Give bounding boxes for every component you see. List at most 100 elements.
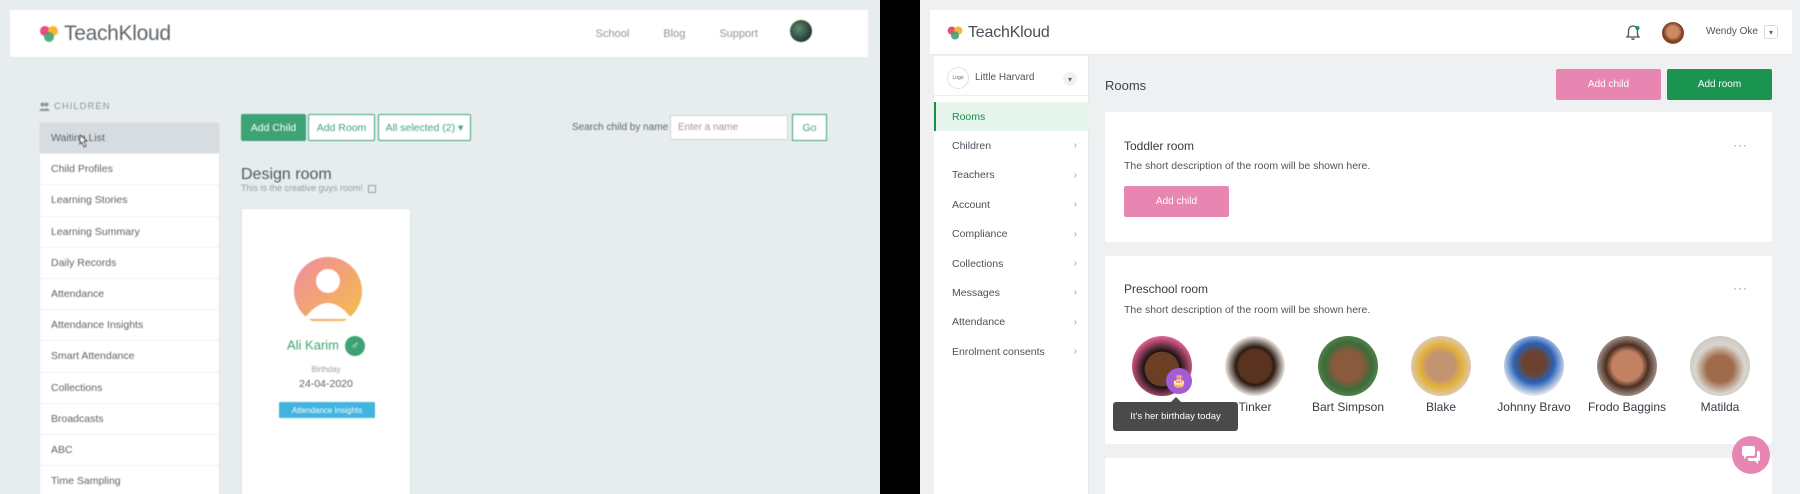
- sidebar-item-collections[interactable]: Collections: [40, 373, 219, 404]
- go-button[interactable]: Go: [792, 114, 827, 141]
- section-title-text: CHILDREN: [54, 101, 111, 112]
- room-card-preschool: Preschool room The short description of …: [1105, 256, 1772, 444]
- school-logo: Logo: [947, 66, 969, 89]
- search-label: Search child by name: [572, 122, 669, 133]
- sidebar-item-waiting-list[interactable]: Waiting List: [40, 123, 219, 155]
- child-avatar-item[interactable]: Matilda: [1675, 336, 1765, 414]
- chevron-right-icon: ›: [1073, 257, 1077, 269]
- room-card-toddler: Toddler room The short description of th…: [1105, 112, 1772, 242]
- old-top-nav: School Blog Support €: [596, 10, 798, 58]
- child-avatar-item[interactable]: Bart Simpson: [1303, 336, 1393, 414]
- room-description: The short description of the room will b…: [1124, 304, 1371, 316]
- sidebar-item-teachers[interactable]: Teachers ›: [934, 161, 1089, 190]
- child-photo: [1225, 336, 1285, 396]
- chat-bubbles-icon: [1742, 446, 1760, 464]
- new-header: TeachKloud Wendy Oke ▾: [930, 10, 1792, 55]
- nav-school[interactable]: School: [596, 28, 630, 40]
- nav-blog[interactable]: Blog: [663, 28, 685, 40]
- sidebar-item-daily-records[interactable]: Daily Records: [40, 248, 219, 279]
- child-name: Frodo Baggins: [1587, 400, 1667, 414]
- chevron-right-icon: ›: [1073, 169, 1077, 181]
- user-avatar[interactable]: [1662, 22, 1684, 44]
- sidebar-item-attendance[interactable]: Attendance: [40, 279, 219, 311]
- more-options-icon[interactable]: ···: [1733, 138, 1748, 152]
- sidebar-item-label: Messages: [952, 287, 1000, 300]
- nav-support[interactable]: Support: [719, 28, 758, 40]
- chevron-right-icon: ›: [1073, 316, 1077, 328]
- notification-bell-icon[interactable]: [1624, 24, 1642, 42]
- child-name: Matilda: [1700, 400, 1740, 414]
- sidebar-item-label: Enrolment consents: [952, 345, 1045, 358]
- child-photo: [1318, 336, 1378, 396]
- child-name: Ali Karim ♂: [242, 336, 410, 356]
- sidebar-item-learning-summary[interactable]: Learning Summary: [40, 217, 219, 248]
- attendance-insights-badge[interactable]: Attendance Insights: [279, 402, 375, 418]
- room-description: This is the creative guys room!: [241, 183, 376, 193]
- sidebar-item-label: Rooms: [952, 110, 986, 123]
- room-description: The short description of the room will b…: [1124, 160, 1371, 172]
- sidebar-item-time-sampling[interactable]: Time Sampling: [40, 466, 219, 494]
- add-child-button[interactable]: Add Child: [241, 114, 306, 141]
- sidebar-item-abc[interactable]: ABC: [40, 435, 219, 467]
- edit-icon[interactable]: [367, 184, 376, 193]
- search-child-input[interactable]: Enter a name: [670, 115, 788, 140]
- user-avatar[interactable]: [790, 20, 812, 42]
- mouse-cursor-icon: [79, 134, 89, 148]
- room-description-text: This is the creative guys room!: [241, 183, 364, 193]
- child-avatar-item[interactable]: 🎂: [1117, 336, 1207, 400]
- birthday-value: 24-04-2020: [299, 378, 353, 390]
- brand-name: TeachKloud: [64, 22, 171, 45]
- sidebar-item-rooms[interactable]: Rooms: [934, 102, 1089, 132]
- child-avatar-item[interactable]: Frodo Baggins: [1582, 336, 1672, 414]
- child-card[interactable]: Ali Karim ♂ Birthday 24-04-2020 Attendanc…: [241, 208, 411, 494]
- sidebar-item-messages[interactable]: Messages ›: [934, 278, 1089, 307]
- more-options-icon[interactable]: ···: [1733, 281, 1748, 295]
- chat-support-button[interactable]: [1732, 436, 1770, 474]
- sidebar-item-label: Children: [952, 140, 992, 153]
- children-group-icon: [39, 102, 50, 111]
- sidebar-item-learning-stories[interactable]: Learning Stories: [40, 185, 219, 217]
- child-avatar-item[interactable]: Blake: [1396, 336, 1486, 414]
- chevron-right-icon: ›: [1073, 346, 1077, 358]
- old-ui-content: TeachKloud School Blog Support € CHILDRE…: [0, 0, 880, 494]
- sidebar-item-compliance[interactable]: Compliance ›: [934, 220, 1089, 249]
- chevron-down-icon[interactable]: ▾: [1764, 25, 1778, 39]
- chevron-down-icon[interactable]: ▾: [1063, 72, 1077, 86]
- sidebar-item-account[interactable]: Account ›: [934, 190, 1089, 219]
- sidebar-item-enrolment-consents[interactable]: Enrolment consents ›: [934, 337, 1089, 366]
- old-header: TeachKloud School Blog Support €: [10, 10, 868, 58]
- room-select-dropdown[interactable]: All selected (2) ▾: [378, 114, 471, 141]
- sidebar-item-attendance-insights[interactable]: Attendance Insights: [40, 310, 219, 342]
- child-name: Blake: [1425, 400, 1457, 414]
- children-section-title: CHILDREN: [39, 101, 111, 112]
- chevron-right-icon: ›: [1073, 199, 1077, 211]
- sidebar-item-attendance[interactable]: Attendance ›: [934, 308, 1089, 337]
- teachkloud-logo-icon: [40, 26, 58, 42]
- child-avatar-placeholder-icon: [291, 257, 365, 321]
- chevron-right-icon: ›: [1073, 287, 1077, 299]
- sidebar-item-label: Account: [952, 198, 990, 211]
- sidebar-nav: Rooms Children › Teachers › Account › Compl…: [934, 102, 1089, 367]
- brand-name: TeachKloud: [968, 24, 1050, 41]
- sidebar-item-child-profiles[interactable]: Child Profiles: [40, 154, 219, 186]
- new-sidebar: Logo Little Harvard ▾ Rooms Children › Te…: [934, 56, 1089, 494]
- new-logo[interactable]: TeachKloud: [946, 22, 1050, 44]
- teachkloud-logo-icon: [947, 26, 963, 40]
- room-title: Preschool room: [1124, 282, 1209, 296]
- sidebar-item-broadcasts[interactable]: Broadcasts: [40, 404, 219, 435]
- school-name: Little Harvard: [975, 72, 1035, 83]
- user-name[interactable]: Wendy Oke: [1706, 26, 1758, 37]
- add-room-button[interactable]: Add Room: [308, 114, 375, 141]
- sidebar-item-collections[interactable]: Collections ›: [934, 249, 1089, 278]
- school-switcher[interactable]: Logo Little Harvard ▾: [934, 66, 1089, 96]
- add-child-to-room-button[interactable]: Add child: [1124, 186, 1229, 217]
- child-name-text: Ali Karim: [286, 337, 339, 353]
- old-logo[interactable]: TeachKloud: [38, 20, 171, 48]
- child-photo: [1411, 336, 1471, 396]
- add-room-button[interactable]: Add room: [1667, 69, 1772, 100]
- add-child-button[interactable]: Add child: [1556, 69, 1661, 100]
- child-avatar-item[interactable]: Johnny Bravo: [1489, 336, 1579, 414]
- sidebar-item-children[interactable]: Children ›: [934, 131, 1089, 160]
- sidebar-item-smart-attendance[interactable]: Smart Attendance: [40, 341, 219, 373]
- old-ui-panel: TeachKloud School Blog Support € CHILDRE…: [0, 0, 880, 494]
